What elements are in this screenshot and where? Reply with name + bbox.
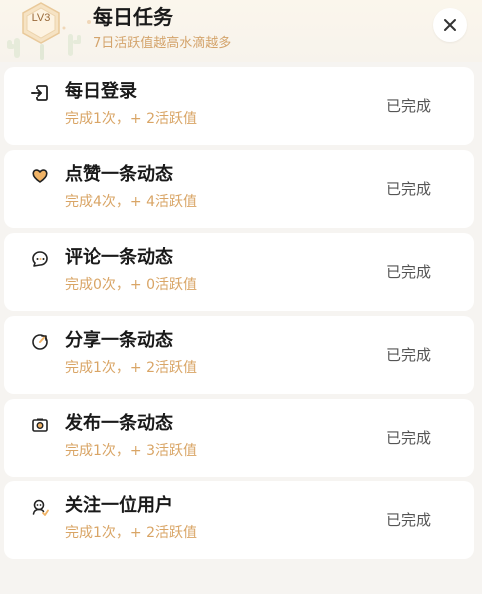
task-status: 已完成 — [385, 511, 431, 529]
task-card-like[interactable]: 点赞一条动态 完成4次，+ 4活跃值 已完成 — [4, 150, 474, 228]
task-progress: 完成1次，+ 2活跃值 — [65, 525, 197, 541]
login-icon — [31, 85, 48, 101]
page-subtitle: 7日活跃值越高水滴越多 — [93, 36, 232, 51]
task-card-share[interactable]: 分享一条动态 完成1次，+ 2活跃值 已完成 — [4, 316, 474, 394]
share-icon — [32, 334, 48, 350]
close-button[interactable] — [433, 8, 467, 42]
close-icon — [444, 19, 456, 31]
task-card-post[interactable]: 发布一条动态 完成1次，+ 3活跃值 已完成 — [4, 399, 474, 477]
heart-icon — [32, 169, 48, 183]
level-label: LV3 — [31, 12, 51, 24]
camera-icon — [32, 418, 48, 432]
task-progress: 完成1次，+ 2活跃值 — [65, 111, 197, 127]
task-status: 已完成 — [385, 346, 431, 364]
task-name: 分享一条动态 — [65, 330, 173, 351]
task-status: 已完成 — [385, 429, 431, 447]
task-status: 已完成 — [385, 263, 431, 281]
task-name: 关注一位用户 — [65, 495, 173, 516]
header: LV3 每日任务 7日活跃值越高水滴越多 — [0, 0, 482, 62]
page-title: 每日任务 — [93, 5, 173, 29]
task-status: 已完成 — [385, 97, 431, 115]
task-progress: 完成0次，+ 0活跃值 — [65, 277, 197, 293]
task-progress: 完成1次，+ 2活跃值 — [65, 360, 197, 376]
task-name: 点赞一条动态 — [65, 164, 173, 185]
task-card-follow[interactable]: 关注一位用户 完成1次，+ 2活跃值 已完成 — [4, 481, 474, 559]
task-card-comment[interactable]: 评论一条动态 完成0次，+ 0活跃值 已完成 — [4, 233, 474, 311]
task-card-login[interactable]: 每日登录 完成1次，+ 2活跃值 已完成 — [4, 67, 474, 145]
level-badge: LV3 — [19, 1, 63, 45]
follow-icon — [32, 499, 49, 516]
task-status: 已完成 — [385, 180, 431, 198]
task-name: 评论一条动态 — [65, 247, 173, 268]
task-progress: 完成4次，+ 4活跃值 — [65, 194, 197, 210]
task-name: 发布一条动态 — [65, 413, 173, 434]
task-name: 每日登录 — [65, 81, 137, 102]
task-progress: 完成1次，+ 3活跃值 — [65, 443, 197, 459]
comment-icon — [32, 251, 48, 267]
